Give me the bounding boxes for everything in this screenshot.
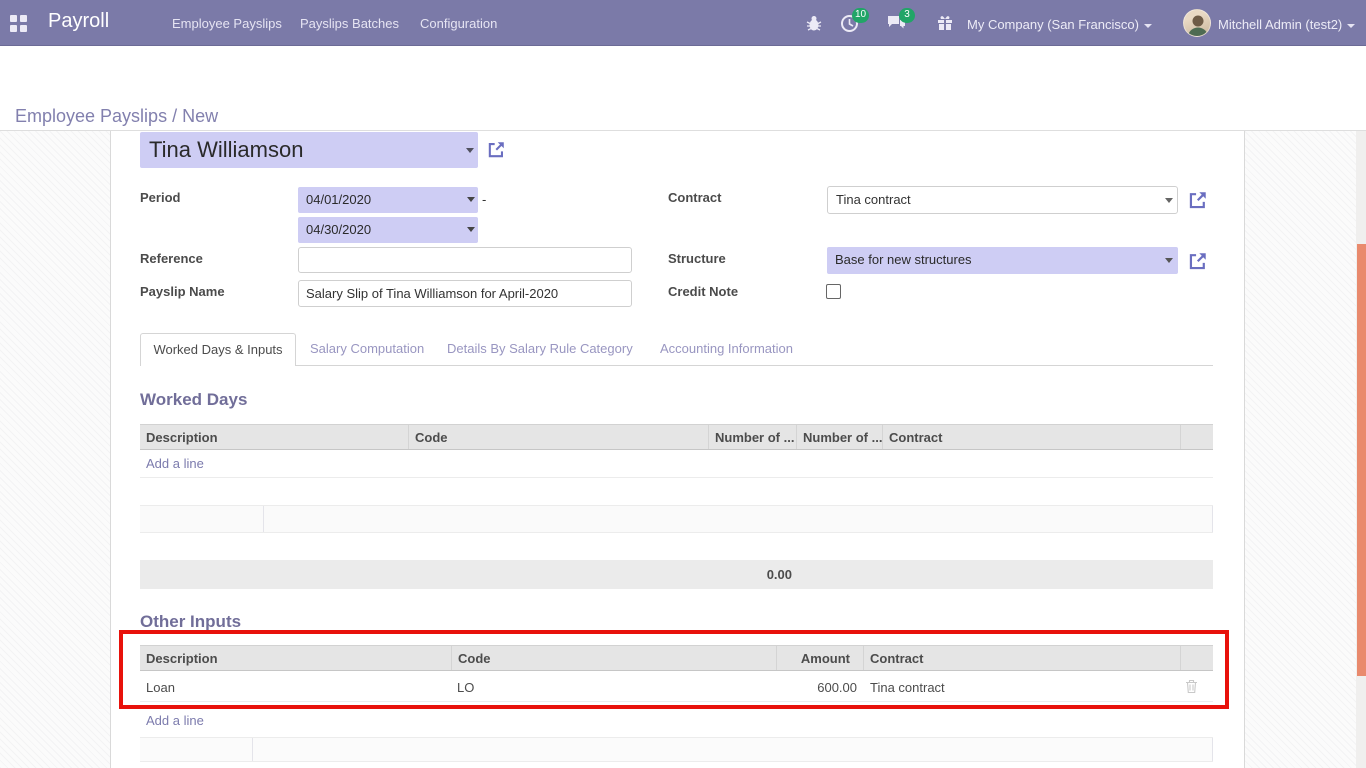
breadcrumb-parent-link[interactable]: Employee Payslips	[15, 106, 167, 126]
worked-days-total-value: 0.00	[708, 567, 792, 582]
gift-icon[interactable]	[936, 14, 956, 32]
breadcrumb-current: New	[182, 106, 218, 126]
employee-field[interactable]: Tina Williamson	[140, 132, 478, 168]
company-name: My Company (San Francisco)	[967, 17, 1139, 32]
other-inputs-add-line-row: Add a line	[140, 709, 1213, 733]
delete-row-trash-icon[interactable]	[1185, 679, 1198, 694]
structure-external-link-icon[interactable]	[1189, 252, 1206, 269]
other-inputs-row-loan[interactable]: Loan LO 600.00 Tina contract	[140, 671, 1213, 702]
menu-employee-payslips[interactable]: Employee Payslips	[172, 16, 282, 31]
contract-label: Contract	[668, 190, 721, 205]
tab-worked-days-inputs[interactable]: Worked Days & Inputs	[140, 333, 296, 366]
col-description[interactable]: Description	[140, 646, 451, 670]
col-contract[interactable]: Contract	[882, 425, 1180, 449]
tab-accounting-information[interactable]: Accounting Information	[660, 341, 793, 356]
chevron-down-icon[interactable]	[467, 197, 475, 202]
worked-days-total-row: 0.00	[140, 560, 1213, 589]
chevron-down-icon[interactable]	[466, 148, 474, 153]
reference-label: Reference	[140, 251, 203, 266]
contract-field[interactable]: Tina contract	[827, 186, 1178, 214]
col-actions	[1180, 646, 1213, 670]
tabbar-underline	[140, 365, 1213, 366]
chevron-down-icon	[1144, 24, 1152, 28]
activities-clock-icon[interactable]: 10	[840, 14, 860, 32]
col-contract[interactable]: Contract	[863, 646, 1180, 670]
row-amount[interactable]: 600.00	[776, 680, 857, 695]
tab-details-by-salary-rule-category[interactable]: Details By Salary Rule Category	[447, 341, 633, 356]
row-description[interactable]: Loan	[146, 680, 175, 695]
col-code[interactable]: Code	[408, 425, 708, 449]
period-label: Period	[140, 190, 180, 205]
user-name: Mitchell Admin (test2)	[1218, 17, 1342, 32]
col-number-of-1[interactable]: Number of ...	[708, 425, 796, 449]
credit-note-checkbox[interactable]	[826, 284, 841, 299]
period-to-field[interactable]: 04/30/2020	[298, 217, 478, 243]
other-inputs-title: Other Inputs	[140, 612, 241, 632]
breadcrumb: Employee Payslips / New	[15, 106, 218, 127]
other-inputs-add-line-link[interactable]: Add a line	[146, 713, 204, 728]
worked-days-empty-row	[140, 505, 1213, 533]
messages-count-badge: 3	[899, 8, 915, 23]
col-actions	[1180, 425, 1213, 449]
period-from-field[interactable]: 04/01/2020	[298, 187, 478, 213]
reference-input[interactable]	[298, 247, 632, 273]
row-code[interactable]: LO	[457, 680, 474, 695]
chevron-down-icon	[1347, 24, 1355, 28]
menu-configuration[interactable]: Configuration	[420, 16, 497, 31]
top-navbar: Payroll Employee Payslips Payslips Batch…	[0, 0, 1366, 46]
contract-external-link-icon[interactable]	[1189, 191, 1206, 208]
structure-field[interactable]: Base for new structures	[827, 247, 1178, 274]
activities-count-badge: 10	[852, 8, 869, 23]
worked-days-add-line-row: Add a line	[140, 450, 1213, 478]
tab-salary-computation[interactable]: Salary Computation	[310, 341, 424, 356]
breadcrumb-separator: /	[172, 106, 177, 126]
app-title[interactable]: Payroll	[48, 10, 109, 33]
payslip-name-input[interactable]	[298, 280, 632, 307]
chevron-down-icon[interactable]	[467, 227, 475, 232]
col-number-of-2[interactable]: Number of ...	[796, 425, 882, 449]
employee-external-link-icon[interactable]	[488, 141, 505, 158]
structure-label: Structure	[668, 251, 726, 266]
col-description[interactable]: Description	[140, 425, 408, 449]
user-menu[interactable]: Mitchell Admin (test2)	[1218, 17, 1355, 32]
debug-bug-icon[interactable]	[805, 14, 825, 32]
scrollbar-thumb[interactable]	[1357, 244, 1366, 676]
menu-payslips-batches[interactable]: Payslips Batches	[300, 16, 399, 31]
apps-menu-icon[interactable]	[10, 15, 27, 32]
user-avatar[interactable]	[1183, 9, 1211, 37]
worked-days-title: Worked Days	[140, 390, 247, 410]
company-switcher[interactable]: My Company (San Francisco)	[967, 17, 1152, 32]
worked-days-empty-row	[140, 533, 1213, 560]
worked-days-empty-row	[140, 478, 1213, 505]
control-panel: Employee Payslips / New Save Discard	[0, 46, 1366, 131]
col-code[interactable]: Code	[451, 646, 776, 670]
period-separator: -	[482, 192, 486, 207]
other-inputs-table-header: Description Code Amount Contract	[140, 645, 1213, 671]
worked-days-add-line-link[interactable]: Add a line	[146, 456, 204, 471]
credit-note-label: Credit Note	[668, 284, 738, 299]
worked-days-table-header: Description Code Number of ... Number of…	[140, 424, 1213, 450]
chevron-down-icon[interactable]	[1165, 258, 1173, 263]
col-amount[interactable]: Amount	[776, 646, 863, 670]
chevron-down-icon[interactable]	[1165, 198, 1173, 203]
other-inputs-empty-row	[140, 737, 1213, 762]
messages-chat-icon[interactable]: 3	[886, 14, 906, 32]
row-contract[interactable]: Tina contract	[870, 680, 945, 695]
payslip-name-label: Payslip Name	[140, 284, 225, 299]
